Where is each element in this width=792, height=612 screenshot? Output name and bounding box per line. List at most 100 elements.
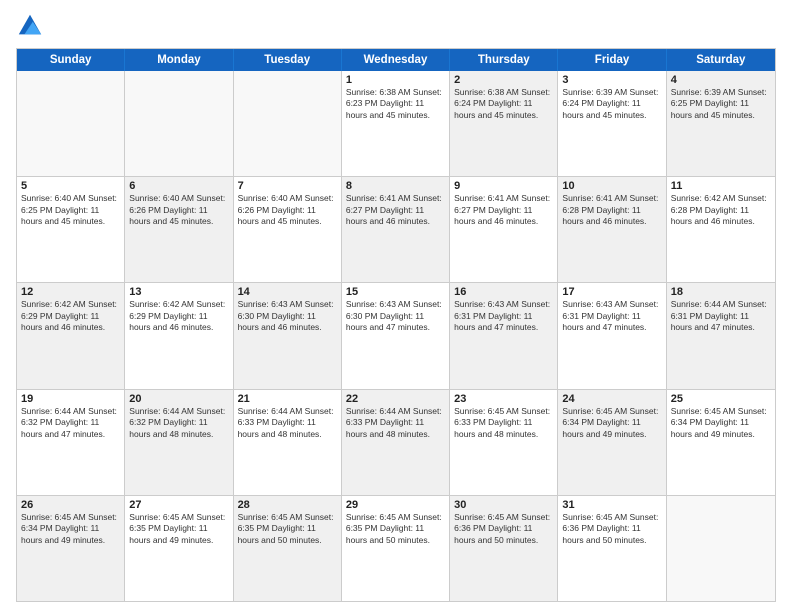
cal-cell (17, 71, 125, 176)
cell-day-number: 5 (21, 180, 120, 192)
week-row-2: 12Sunrise: 6:42 AM Sunset: 6:29 PM Dayli… (17, 282, 775, 388)
week-row-4: 26Sunrise: 6:45 AM Sunset: 6:34 PM Dayli… (17, 495, 775, 601)
cell-info: Sunrise: 6:42 AM Sunset: 6:29 PM Dayligh… (21, 299, 120, 333)
cal-cell: 16Sunrise: 6:43 AM Sunset: 6:31 PM Dayli… (450, 283, 558, 388)
cell-day-number: 9 (454, 180, 553, 192)
cal-cell: 21Sunrise: 6:44 AM Sunset: 6:33 PM Dayli… (234, 390, 342, 495)
day-header-sunday: Sunday (17, 49, 125, 71)
cell-info: Sunrise: 6:41 AM Sunset: 6:28 PM Dayligh… (562, 193, 661, 227)
cal-cell: 28Sunrise: 6:45 AM Sunset: 6:35 PM Dayli… (234, 496, 342, 601)
cell-info: Sunrise: 6:44 AM Sunset: 6:31 PM Dayligh… (671, 299, 771, 333)
cell-info: Sunrise: 6:43 AM Sunset: 6:30 PM Dayligh… (346, 299, 445, 333)
week-row-1: 5Sunrise: 6:40 AM Sunset: 6:25 PM Daylig… (17, 176, 775, 282)
cell-day-number: 29 (346, 499, 445, 511)
cell-day-number: 28 (238, 499, 337, 511)
cal-cell: 9Sunrise: 6:41 AM Sunset: 6:27 PM Daylig… (450, 177, 558, 282)
cal-cell: 30Sunrise: 6:45 AM Sunset: 6:36 PM Dayli… (450, 496, 558, 601)
day-header-friday: Friday (558, 49, 666, 71)
cell-info: Sunrise: 6:45 AM Sunset: 6:35 PM Dayligh… (346, 512, 445, 546)
cell-day-number: 25 (671, 393, 771, 405)
day-header-thursday: Thursday (450, 49, 558, 71)
cell-day-number: 12 (21, 286, 120, 298)
cell-info: Sunrise: 6:38 AM Sunset: 6:23 PM Dayligh… (346, 87, 445, 121)
week-row-3: 19 Sunrise: 6:44 AM Sunset: 6:32 PM Dayli… (17, 389, 775, 495)
cell-info: Sunrise: 6:45 AM Sunset: 6:34 PM Dayligh… (21, 512, 120, 546)
cal-cell: 26Sunrise: 6:45 AM Sunset: 6:34 PM Dayli… (17, 496, 125, 601)
cal-cell: 18Sunrise: 6:44 AM Sunset: 6:31 PM Dayli… (667, 283, 775, 388)
cell-day-number: 17 (562, 286, 661, 298)
cell-info: Sunrise: 6:44 AM Sunset: 6:33 PM Dayligh… (238, 406, 337, 440)
cell-info: Sunrise: 6:39 AM Sunset: 6:25 PM Dayligh… (671, 87, 771, 121)
cell-info: Sunrise: 6:45 AM Sunset: 6:34 PM Dayligh… (562, 406, 661, 440)
cal-cell (125, 71, 233, 176)
cell-day-number: 15 (346, 286, 445, 298)
day-header-monday: Monday (125, 49, 233, 71)
cell-day-number: 8 (346, 180, 445, 192)
cal-cell: 23Sunrise: 6:45 AM Sunset: 6:33 PM Dayli… (450, 390, 558, 495)
cell-day-number: 1 (346, 74, 445, 86)
cal-cell: 10Sunrise: 6:41 AM Sunset: 6:28 PM Dayli… (558, 177, 666, 282)
cal-cell: 5Sunrise: 6:40 AM Sunset: 6:25 PM Daylig… (17, 177, 125, 282)
cal-cell: 22Sunrise: 6:44 AM Sunset: 6:33 PM Dayli… (342, 390, 450, 495)
cell-info: Sunrise: 6:45 AM Sunset: 6:34 PM Dayligh… (671, 406, 771, 440)
cal-cell: 11Sunrise: 6:42 AM Sunset: 6:28 PM Dayli… (667, 177, 775, 282)
week-row-0: 1Sunrise: 6:38 AM Sunset: 6:23 PM Daylig… (17, 71, 775, 176)
cal-cell: 31Sunrise: 6:45 AM Sunset: 6:36 PM Dayli… (558, 496, 666, 601)
cell-info: Sunrise: 6:41 AM Sunset: 6:27 PM Dayligh… (454, 193, 553, 227)
cell-day-number: 22 (346, 393, 445, 405)
cell-day-number: 18 (671, 286, 771, 298)
day-header-saturday: Saturday (667, 49, 775, 71)
cal-cell: 6Sunrise: 6:40 AM Sunset: 6:26 PM Daylig… (125, 177, 233, 282)
cell-info: Sunrise: 6:45 AM Sunset: 6:33 PM Dayligh… (454, 406, 553, 440)
cal-cell (667, 496, 775, 601)
cal-cell: 13Sunrise: 6:42 AM Sunset: 6:29 PM Dayli… (125, 283, 233, 388)
cal-cell: 24Sunrise: 6:45 AM Sunset: 6:34 PM Dayli… (558, 390, 666, 495)
cell-day-number: 26 (21, 499, 120, 511)
cell-day-number: 13 (129, 286, 228, 298)
cell-info: Sunrise: 6:38 AM Sunset: 6:24 PM Dayligh… (454, 87, 553, 121)
cell-day-number: 4 (671, 74, 771, 86)
cal-cell: 15Sunrise: 6:43 AM Sunset: 6:30 PM Dayli… (342, 283, 450, 388)
cell-day-number: 23 (454, 393, 553, 405)
cell-info: Sunrise: 6:41 AM Sunset: 6:27 PM Dayligh… (346, 193, 445, 227)
cell-day-number: 16 (454, 286, 553, 298)
cell-info: Sunrise: 6:42 AM Sunset: 6:28 PM Dayligh… (671, 193, 771, 227)
cell-info: Sunrise: 6:45 AM Sunset: 6:36 PM Dayligh… (454, 512, 553, 546)
logo-icon (16, 12, 44, 40)
calendar-header: SundayMondayTuesdayWednesdayThursdayFrid… (17, 49, 775, 71)
cal-cell: 12Sunrise: 6:42 AM Sunset: 6:29 PM Dayli… (17, 283, 125, 388)
cell-info: Sunrise: 6:40 AM Sunset: 6:26 PM Dayligh… (129, 193, 228, 227)
cell-info: Sunrise: 6:44 AM Sunset: 6:32 PM Dayligh… (129, 406, 228, 440)
cal-cell: 20Sunrise: 6:44 AM Sunset: 6:32 PM Dayli… (125, 390, 233, 495)
day-header-wednesday: Wednesday (342, 49, 450, 71)
logo (16, 12, 48, 40)
cal-cell: 3Sunrise: 6:39 AM Sunset: 6:24 PM Daylig… (558, 71, 666, 176)
cell-info: Sunrise: 6:39 AM Sunset: 6:24 PM Dayligh… (562, 87, 661, 121)
cal-cell: 4Sunrise: 6:39 AM Sunset: 6:25 PM Daylig… (667, 71, 775, 176)
cell-info: Sunrise: 6:40 AM Sunset: 6:26 PM Dayligh… (238, 193, 337, 227)
cell-day-number: 30 (454, 499, 553, 511)
cal-cell: 2Sunrise: 6:38 AM Sunset: 6:24 PM Daylig… (450, 71, 558, 176)
cell-info: Sunrise: 6:43 AM Sunset: 6:31 PM Dayligh… (562, 299, 661, 333)
cell-day-number: 10 (562, 180, 661, 192)
cell-day-number: 3 (562, 74, 661, 86)
cell-info: Sunrise: 6:42 AM Sunset: 6:29 PM Dayligh… (129, 299, 228, 333)
cal-cell: 25Sunrise: 6:45 AM Sunset: 6:34 PM Dayli… (667, 390, 775, 495)
cell-day-number: 7 (238, 180, 337, 192)
cal-cell: 17Sunrise: 6:43 AM Sunset: 6:31 PM Dayli… (558, 283, 666, 388)
cell-day-number: 21 (238, 393, 337, 405)
cal-cell: 19Sunrise: 6:44 AM Sunset: 6:32 PM Dayli… (17, 390, 125, 495)
header (16, 12, 776, 40)
calendar-body: 1Sunrise: 6:38 AM Sunset: 6:23 PM Daylig… (17, 71, 775, 601)
cal-cell: 1Sunrise: 6:38 AM Sunset: 6:23 PM Daylig… (342, 71, 450, 176)
page: SundayMondayTuesdayWednesdayThursdayFrid… (0, 0, 792, 612)
cal-cell: 29Sunrise: 6:45 AM Sunset: 6:35 PM Dayli… (342, 496, 450, 601)
cal-cell (234, 71, 342, 176)
cell-info: Sunrise: 6:45 AM Sunset: 6:35 PM Dayligh… (129, 512, 228, 546)
cell-info: Sunrise: 6:43 AM Sunset: 6:30 PM Dayligh… (238, 299, 337, 333)
cell-info: Sunrise: 6:40 AM Sunset: 6:25 PM Dayligh… (21, 193, 120, 227)
cell-info: Sunrise: 6:43 AM Sunset: 6:31 PM Dayligh… (454, 299, 553, 333)
cal-cell: 27Sunrise: 6:45 AM Sunset: 6:35 PM Dayli… (125, 496, 233, 601)
cell-day-number: 19 (21, 393, 120, 405)
cell-day-number: 20 (129, 393, 228, 405)
